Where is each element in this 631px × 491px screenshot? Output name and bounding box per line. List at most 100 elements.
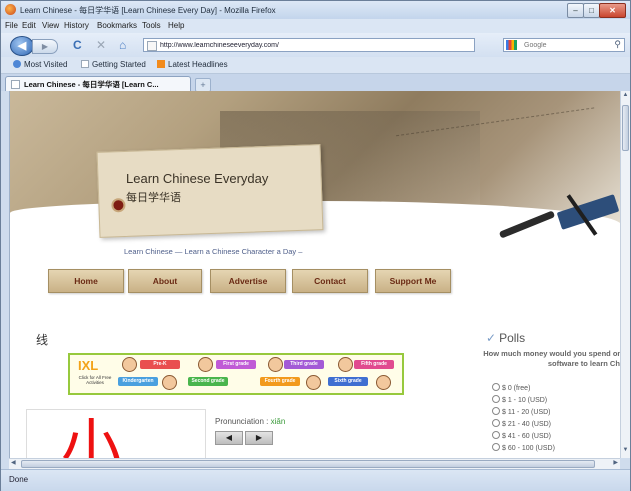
maximize-button[interactable]: □ <box>583 3 600 18</box>
stop-icon[interactable]: ✕ <box>96 38 106 52</box>
scroll-left-icon[interactable]: ◀ <box>11 459 16 466</box>
calligraphy-brushes-image <box>490 191 620 241</box>
menu-history[interactable]: History <box>64 21 89 30</box>
site-title-chinese: 每日学华语 <box>126 192 181 204</box>
tab-learn-chinese[interactable]: Learn Chinese - 每日学华语 [Learn C... <box>5 76 191 91</box>
poll-option[interactable]: $ 60 - 100 (USD) <box>492 443 555 452</box>
child-icon <box>122 357 137 372</box>
next-character-button[interactable]: ▶ <box>245 431 273 445</box>
title-bar: Learn Chinese - 每日学华语 [Learn Chinese Eve… <box>1 1 630 19</box>
site-title[interactable]: Learn Chinese Everyday <box>126 171 268 186</box>
poll-question: How much money would you spend on softwa… <box>483 349 621 368</box>
seal-icon <box>111 197 126 213</box>
site-tagline: Learn Chinese — Learn a Chinese Characte… <box>124 247 303 256</box>
character-heading: 线 <box>36 333 49 347</box>
address-bar[interactable]: ☆ <box>143 38 619 52</box>
child-icon <box>376 375 391 390</box>
minimize-button[interactable]: – <box>567 3 584 18</box>
back-button[interactable]: ◀ <box>10 36 34 56</box>
menu-bookmarks[interactable]: Bookmarks <box>97 21 137 30</box>
bookmark-latest-headlines[interactable]: Latest Headlines <box>157 60 228 69</box>
nav-about[interactable]: About <box>128 269 202 293</box>
menu-file[interactable]: File <box>5 21 18 30</box>
pronunciation: Pronunciation : xiǎn <box>215 417 286 426</box>
grade-pill[interactable]: Third grade <box>284 360 324 369</box>
poll-option[interactable]: $ 11 - 20 (USD) <box>492 407 551 416</box>
radio-button[interactable] <box>492 395 500 403</box>
menu-help[interactable]: Help <box>168 21 184 30</box>
nav-advertise[interactable]: Advertise <box>210 269 286 293</box>
child-icon <box>306 375 321 390</box>
grade-pill[interactable]: Fifth grade <box>354 360 394 369</box>
firefox-icon <box>5 4 16 15</box>
menu-bar: File Edit View History Bookmarks Tools H… <box>1 19 630 33</box>
menu-edit[interactable]: Edit <box>22 21 36 30</box>
grade-pill[interactable]: Pre-K <box>140 360 180 369</box>
scroll-thumb[interactable] <box>21 460 595 468</box>
google-icon[interactable] <box>506 40 517 50</box>
check-icon: ✓ <box>486 331 497 345</box>
ixl-logo[interactable]: IXL <box>78 358 98 373</box>
polls-heading: ✓ Polls <box>486 331 526 345</box>
status-bar: Done <box>1 469 630 491</box>
radio-button[interactable] <box>492 443 500 451</box>
radio-button[interactable] <box>492 383 500 391</box>
close-button[interactable]: ✕ <box>599 3 626 18</box>
page-icon <box>147 41 157 51</box>
forward-button[interactable]: ▶ <box>32 39 58 54</box>
search-icon[interactable]: ⚲ <box>614 39 621 50</box>
new-tab-button[interactable]: + <box>195 78 211 92</box>
search-input[interactable] <box>524 40 609 50</box>
previous-character-button[interactable]: ◀ <box>215 431 243 445</box>
scroll-thumb[interactable] <box>622 105 629 151</box>
poll-option[interactable]: $ 41 - 60 (USD) <box>492 431 551 440</box>
status-text: Done <box>9 475 29 484</box>
poll-option[interactable]: $ 1 - 10 (USD) <box>492 395 547 404</box>
nav-contact[interactable]: Contact <box>292 269 368 293</box>
radio-button[interactable] <box>492 407 500 415</box>
child-icon <box>338 357 353 372</box>
url-input[interactable] <box>160 40 430 50</box>
rss-icon <box>157 60 165 68</box>
horizontal-scrollbar[interactable]: ◀ ▶ <box>9 458 620 469</box>
grade-pill[interactable]: Sixth grade <box>328 377 368 386</box>
page-icon <box>11 80 20 89</box>
browser-window: Learn Chinese - 每日学华语 [Learn Chinese Eve… <box>0 0 631 491</box>
vertical-scrollbar[interactable]: ▲ ▼ <box>620 91 630 458</box>
scroll-right-icon[interactable]: ▶ <box>613 459 618 466</box>
ixl-ad-banner[interactable]: IXL Click for All Free Activities Pre-K … <box>68 353 404 395</box>
bookmarks-toolbar: Most Visited Getting Started Latest Head… <box>1 57 630 74</box>
search-box[interactable]: ⚲ <box>503 38 625 52</box>
menu-view[interactable]: View <box>42 21 59 30</box>
poll-option[interactable]: $ 21 - 40 (USD) <box>492 419 551 428</box>
child-icon <box>198 357 213 372</box>
bookmark-getting-started[interactable]: Getting Started <box>81 60 146 69</box>
child-icon <box>162 375 177 390</box>
navigation-toolbar: ◀ ▶ C ✕ ⌂ ☆ ⚲ <box>1 33 630 57</box>
child-icon <box>268 357 283 372</box>
grade-pill[interactable]: Kindergarten <box>118 377 158 386</box>
scroll-up-icon[interactable]: ▲ <box>621 92 630 102</box>
nav-support-me[interactable]: Support Me <box>375 269 451 293</box>
pinyin-value: xiǎn <box>270 417 286 426</box>
most-visited-icon <box>13 60 21 68</box>
large-character: 小 <box>61 413 121 458</box>
home-icon[interactable]: ⌂ <box>119 38 126 52</box>
ad-subtitle: Click for All Free Activities <box>78 375 112 385</box>
grade-pill[interactable]: Fourth grade <box>260 377 300 386</box>
poll-option[interactable]: $ 0 (free) <box>492 383 530 392</box>
tab-strip: Learn Chinese - 每日学华语 [Learn C... + <box>1 74 630 92</box>
radio-button[interactable] <box>492 431 500 439</box>
grade-pill[interactable]: First grade <box>216 360 256 369</box>
radio-button[interactable] <box>492 419 500 427</box>
nav-home[interactable]: Home <box>48 269 124 293</box>
pronunciation-label: Pronunciation <box>215 417 264 426</box>
page-icon <box>81 60 89 68</box>
scroll-down-icon[interactable]: ▼ <box>621 447 630 457</box>
window-title: Learn Chinese - 每日学华语 [Learn Chinese Eve… <box>20 6 276 15</box>
grade-pill[interactable]: Second grade <box>188 377 228 386</box>
menu-tools[interactable]: Tools <box>142 21 161 30</box>
bookmark-most-visited[interactable]: Most Visited <box>13 60 67 69</box>
page-content: Learn Chinese Everyday 每日学华语 Learn Chine… <box>9 91 621 458</box>
reload-icon[interactable]: C <box>73 38 82 52</box>
